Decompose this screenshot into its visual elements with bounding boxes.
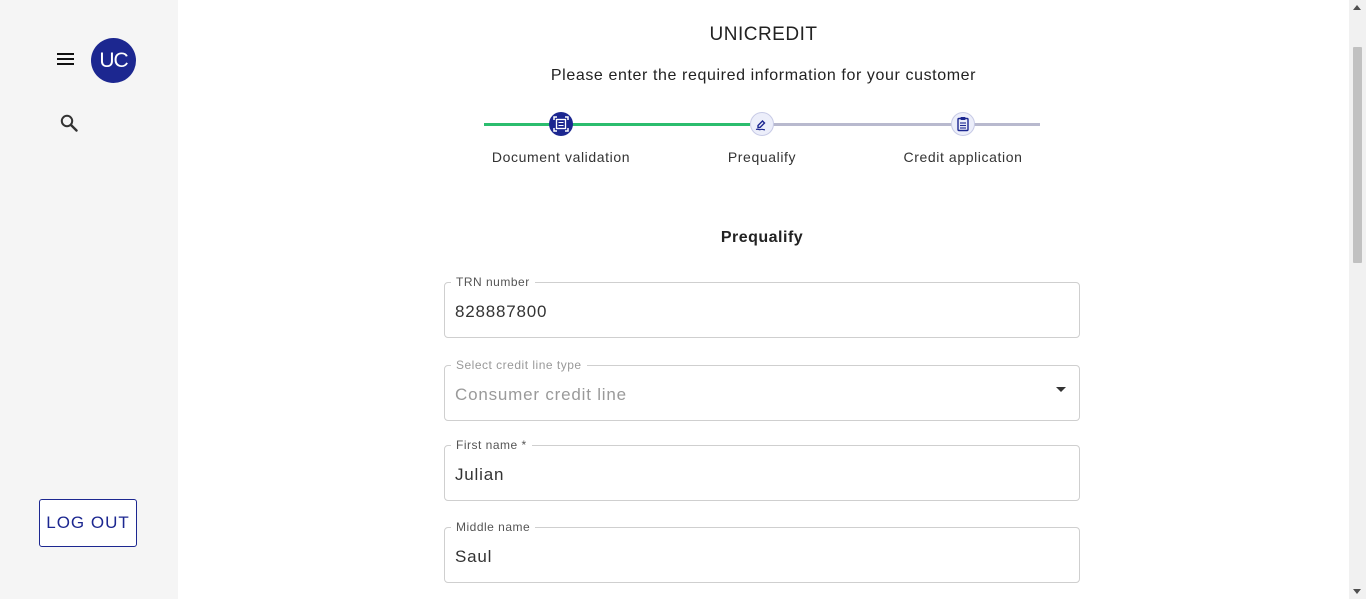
first-name-label: First name * — [451, 438, 532, 452]
trn-number-field[interactable]: TRN number 828887800 — [444, 275, 1080, 338]
logout-button[interactable]: LOG OUT — [39, 499, 137, 547]
credit-line-type-label: Select credit line type — [451, 358, 587, 372]
step-label-credit-application: Credit application — [903, 149, 1023, 165]
trn-number-value[interactable]: 828887800 — [455, 302, 547, 322]
page-subtitle: Please enter the required information fo… — [550, 67, 977, 84]
progress-line-pending — [772, 123, 1040, 126]
credit-line-type-value[interactable]: Consumer credit line — [455, 385, 627, 405]
step-label-prequalify: Prequalify — [727, 149, 797, 165]
search-icon[interactable] — [58, 112, 80, 134]
document-scan-icon — [549, 112, 573, 136]
dropdown-arrow-icon[interactable] — [1056, 387, 1066, 392]
scroll-thumb[interactable] — [1353, 47, 1362, 263]
section-title: Prequalify — [720, 229, 804, 246]
page-title: UNICREDIT — [709, 24, 818, 45]
middle-name-field[interactable]: Middle name Saul — [444, 520, 1080, 583]
trn-number-label: TRN number — [451, 275, 535, 289]
scroll-down-arrow-icon[interactable] — [1353, 589, 1361, 594]
hamburger-menu-icon[interactable] — [54, 49, 78, 71]
middle-name-label: Middle name — [451, 520, 536, 534]
signature-icon — [750, 112, 774, 136]
first-name-field[interactable]: First name * Julian — [444, 438, 1080, 501]
page-scrollbar[interactable] — [1349, 0, 1366, 599]
scroll-up-arrow-icon[interactable] — [1353, 5, 1361, 10]
clipboard-icon — [951, 112, 975, 136]
first-name-value[interactable]: Julian — [455, 465, 504, 485]
middle-name-value[interactable]: Saul — [455, 547, 492, 567]
credit-line-type-select[interactable]: Select credit line type Consumer credit … — [444, 358, 1080, 421]
avatar[interactable]: UC — [91, 38, 136, 83]
step-label-document-validation: Document validation — [491, 149, 631, 165]
progress-line-completed — [484, 123, 750, 126]
sidebar: UC LOG OUT — [0, 0, 178, 599]
